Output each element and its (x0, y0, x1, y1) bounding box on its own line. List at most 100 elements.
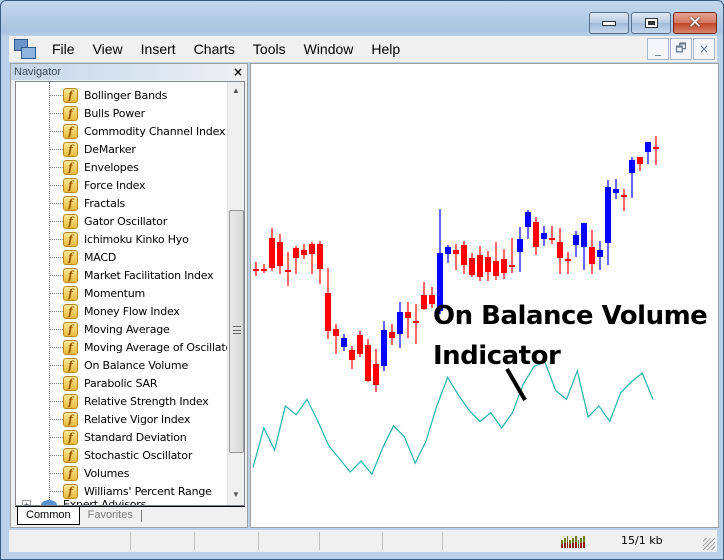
candle-bearish (637, 157, 643, 164)
function-icon: f (63, 483, 78, 499)
tree-item-indicator[interactable]: f On Balance Volume (49, 356, 188, 374)
tree-item-indicator[interactable]: f Standard Deviation (49, 428, 187, 446)
navigator-close-button[interactable]: × (233, 64, 243, 80)
tree-label: Volumes (84, 466, 130, 480)
mdi-buttons: _ 🗗 × (647, 38, 715, 60)
tab-common[interactable]: Common (17, 507, 80, 525)
traffic-label: 15/1 kb (621, 534, 663, 547)
obv-indicator-line (252, 361, 654, 476)
tree-item-indicator[interactable]: f Moving Average of Oscillator (49, 338, 237, 356)
tree-item-indicator[interactable]: f Envelopes (49, 158, 139, 176)
function-icon: f (63, 285, 78, 301)
menu-help[interactable]: Help (362, 41, 409, 57)
connection-bar (580, 538, 583, 548)
mdi-restore-button[interactable]: 🗗 (670, 38, 692, 60)
close-icon: ✕ (687, 12, 703, 33)
candle-bearish (621, 195, 627, 197)
function-icon: f (63, 249, 78, 265)
tree-item-indicator[interactable]: f Volumes (49, 464, 129, 482)
menu-view[interactable]: View (84, 41, 132, 57)
tree-item-indicator[interactable]: f Relative Vigor Index (49, 410, 190, 428)
candle-bearish (421, 295, 427, 309)
candle-bearish (413, 321, 419, 323)
function-icon: f (63, 159, 78, 175)
status-cell (320, 532, 383, 550)
tree-item-indicator[interactable]: f Ichimoku Kinko Hyo (49, 230, 189, 248)
candle-bearish (453, 250, 459, 254)
tree-connector (49, 328, 63, 330)
scroll-down-icon[interactable]: ▼ (232, 490, 240, 499)
minimize-button[interactable] (589, 12, 629, 34)
tree-item-indicator[interactable]: f Commodity Channel Index (49, 122, 225, 140)
candle-bearish (549, 238, 555, 240)
tree-item-indicator[interactable]: f Money Flow Index (49, 302, 180, 320)
candle-bullish (381, 330, 387, 366)
menu-charts[interactable]: Charts (185, 41, 244, 57)
candle-bearish (293, 248, 299, 258)
candle-bearish (277, 242, 283, 266)
tree-connector (49, 382, 63, 384)
menu-file[interactable]: File (43, 41, 84, 57)
mdi-close-button[interactable]: × (693, 38, 715, 60)
candle-bearish (509, 265, 515, 267)
menu-window[interactable]: Window (295, 41, 363, 57)
tree-item-indicator[interactable]: f Fractals (49, 194, 125, 212)
tree-item-indicator[interactable]: f Market Facilitation Index (49, 266, 214, 284)
function-icon: f (63, 465, 78, 481)
candle-bearish (357, 335, 363, 354)
tree-item-indicator[interactable]: f DeMarker (49, 140, 136, 158)
tree-label: Ichimoku Kinko Hyo (84, 232, 189, 246)
tree-connector (49, 148, 63, 150)
tree-label: Parabolic SAR (84, 376, 158, 390)
connection-bars-icon[interactable] (561, 534, 586, 548)
app-logo-icon[interactable] (13, 37, 37, 61)
tree-item-indicator[interactable]: f Momentum (49, 284, 145, 302)
tree-connector (49, 220, 63, 222)
candle-bullish (645, 142, 651, 152)
tree-label: Force Index (84, 178, 146, 192)
tree-connector (49, 202, 63, 204)
tree-item-indicator[interactable]: f Bulls Power (49, 104, 145, 122)
status-cell (259, 532, 320, 550)
candle-bullish (541, 233, 547, 239)
tree-item-indicator[interactable]: f Relative Strength Index (49, 392, 209, 410)
restore-icon: 🗗 (675, 40, 687, 55)
candle-bullish (341, 338, 347, 347)
mdi-minimize-button[interactable]: _ (647, 38, 669, 60)
tree-item-expert-advisors[interactable]: + Expert Advisors (22, 498, 146, 505)
candle-bullish (629, 160, 635, 173)
tree-connector (49, 346, 63, 348)
resize-grip-icon[interactable] (703, 538, 715, 550)
candle-bearish (309, 244, 315, 254)
candle-bullish (397, 312, 403, 334)
connection-bar (574, 536, 577, 548)
maximize-icon (644, 18, 658, 28)
tree-connector (49, 292, 63, 294)
tree-connector (49, 130, 63, 132)
tree-item-indicator[interactable]: f Moving Average (49, 320, 170, 338)
menu-tools[interactable]: Tools (244, 41, 295, 57)
navigator-header: Navigator × (11, 64, 247, 80)
tree-connector (49, 274, 63, 276)
tree-item-indicator[interactable]: f Parabolic SAR (49, 374, 157, 392)
tree-label: DeMarker (84, 142, 136, 156)
tree-item-indicator[interactable]: f MACD (49, 248, 116, 266)
menu-insert[interactable]: Insert (132, 41, 185, 57)
candle-bearish (365, 345, 371, 381)
maximize-button[interactable] (631, 12, 671, 34)
close-button[interactable]: ✕ (673, 12, 717, 34)
navigator-scrollbar[interactable]: ▲ ▼ (227, 82, 244, 505)
tree-item-indicator[interactable]: f Stochastic Oscillator (49, 446, 192, 464)
tree-item-indicator[interactable]: f Bollinger Bands (49, 86, 167, 104)
tree-label: MACD (84, 250, 117, 264)
candle-bearish (301, 250, 307, 255)
scrollbar-thumb[interactable] (229, 210, 244, 453)
tab-favorites[interactable]: Favorites (80, 510, 142, 522)
navigator-title: Navigator (14, 66, 62, 78)
chart-window[interactable]: On Balance Volume Indicator (250, 63, 719, 528)
chart-annotation: On Balance Volume Indicator (433, 296, 708, 376)
scroll-up-icon[interactable]: ▲ (232, 86, 240, 95)
tree-item-indicator[interactable]: f Force Index (49, 176, 146, 194)
tree-item-indicator[interactable]: f Gator Oscillator (49, 212, 167, 230)
tree-label: Envelopes (84, 160, 139, 174)
